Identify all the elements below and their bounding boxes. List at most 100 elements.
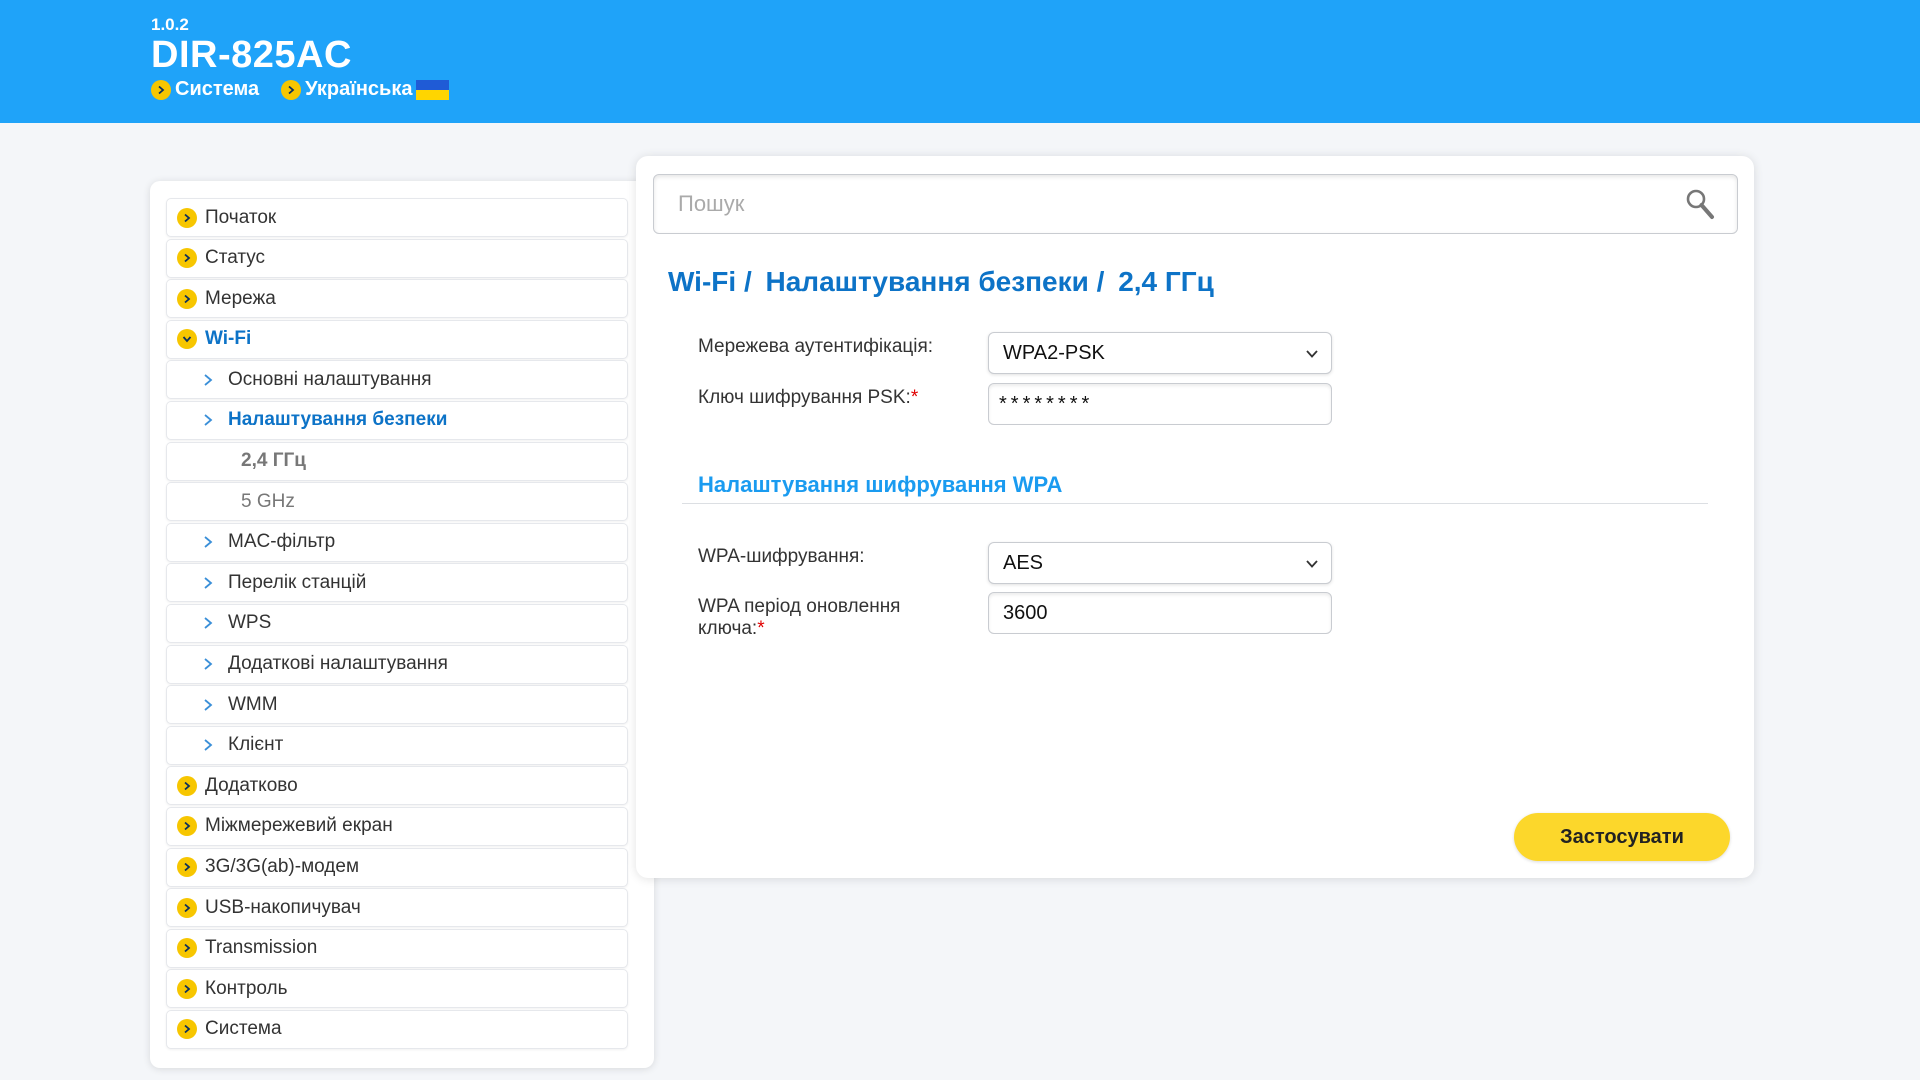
sidebar-item-label: Додаткові налаштування [228,653,448,675]
sidebar-item-label: Початок [205,206,277,228]
chevron-right-icon [177,248,197,269]
sidebar-item-label: 2,4 ГГц [241,450,306,472]
chevron-right-icon [177,207,197,228]
sidebar-item-label: 5 GHz [241,490,295,512]
ukraine-flag-icon [416,79,450,100]
sidebar-item-5[interactable]: Налаштування безпеки [166,400,628,440]
sidebar-item-19[interactable]: Контроль [166,969,628,1009]
chevron-right-icon [177,775,197,796]
chevron-right-icon [204,374,213,386]
auth-select[interactable]: WPA2-PSK [988,332,1332,374]
psk-input[interactable]: ******** [988,383,1332,425]
chevron-down-icon [1306,350,1318,358]
sidebar-item-17[interactable]: USB-накопичувач [166,888,628,928]
sidebar-item-label: Перелік станцій [228,571,367,593]
psk-input-value: ******** [999,392,1094,415]
sidebar-item-10[interactable]: WPS [166,603,628,643]
sidebar-item-14[interactable]: Додатково [166,766,628,806]
search-box [653,174,1738,234]
sidebar-item-label: Контроль [205,977,288,999]
chevron-down-icon [177,329,197,350]
required-mark: * [910,387,919,408]
search-icon[interactable] [1685,188,1715,220]
sidebar-item-15[interactable]: Міжмережевий екран [166,806,628,846]
sidebar-item-label: Мережа [205,287,276,309]
sidebar-item-label: Клієнт [228,734,284,756]
device-model: DIR-825AC [151,34,352,76]
apply-button[interactable]: Застосувати [1514,813,1730,861]
sidebar-menu: Початок Статус Мережа Wi-Fi Основні налаштув… [166,198,628,1050]
rekey-input-value: 3600 [1003,601,1048,624]
rekey-input[interactable]: 3600 [988,592,1332,634]
chevron-right-icon [204,536,213,548]
sidebar-item-label: Налаштування безпеки [228,409,448,431]
sidebar-item-label: Статус [205,247,266,269]
wpa-enc-label: WPA-шифрування: [698,546,865,567]
section-divider [682,503,1708,504]
sidebar-item-label: Міжмережевий екран [205,815,393,837]
chevron-right-icon [204,658,213,670]
section-title-wpa: Налаштування шифрування WPA [698,472,1063,497]
sidebar-item-label: Transmission [205,937,318,959]
sidebar-item-label: Додатково [205,774,298,796]
sidebar-item-label: MAC-фільтр [228,531,336,553]
rekey-label-line2: ключа: [698,618,758,639]
top-header: 1.0.2 DIR-825AC Система Українська [0,0,1920,123]
sidebar-item-16[interactable]: 3G/3G(ab)-модем [166,847,628,887]
sidebar-item-label: 3G/3G(ab)-модем [205,856,360,877]
system-link[interactable]: Система [151,78,259,101]
sidebar-item-13[interactable]: Клієнт [166,725,628,765]
sidebar-item-20[interactable]: Система [166,1009,628,1049]
sidebar-item-label: WMM [228,693,278,715]
wpa-enc-select-value: AES [1003,551,1044,574]
sidebar-item-label: Система [205,1018,282,1040]
chevron-right-icon [204,698,213,711]
chevron-right-icon [177,816,197,837]
auth-label: Мережева аутентифікація: [698,336,934,357]
breadcrumb-security[interactable]: Налаштування безпеки / [766,266,1105,297]
chevron-right-icon [177,897,197,918]
header-links: Система Українська [151,78,471,101]
auth-select-value: WPA2-PSK [1003,341,1105,364]
chevron-right-icon [177,978,197,999]
chevron-right-icon [204,414,213,427]
sidebar-item-2[interactable]: Мережа [166,279,628,319]
chevron-right-icon [281,79,302,100]
psk-label-text: Ключ шифрування PSK: [698,387,911,408]
chevron-right-icon [177,288,197,309]
chevron-right-icon [177,857,197,877]
sidebar-item-0[interactable]: Початок [166,198,628,237]
sidebar-item-9[interactable]: Перелік станцій [166,563,628,603]
sidebar-item-4[interactable]: Основні налаштування [166,360,628,400]
sidebar: Початок Статус Мережа Wi-Fi Основні налаштув… [150,181,654,1068]
firmware-version: 1.0.2 [151,15,189,34]
system-link-label: Система [175,78,260,100]
psk-label: Ключ шифрування PSK:* [698,387,918,409]
sidebar-item-7[interactable]: 5 GHz [166,482,628,522]
chevron-down-icon [1306,560,1318,568]
sidebar-item-12[interactable]: WMM [166,685,628,725]
sidebar-item-18[interactable]: Transmission [166,928,628,968]
required-mark: * [757,618,765,639]
wpa-enc-select[interactable]: AES [988,542,1332,584]
sidebar-item-6[interactable]: 2,4 ГГц [166,441,628,481]
sidebar-item-3[interactable]: Wi-Fi [166,319,628,359]
sidebar-item-8[interactable]: MAC-фільтр [166,522,628,562]
breadcrumb: Wi-Fi / Налаштування безпеки / 2,4 ГГц [668,266,1220,298]
sidebar-item-label: USB-накопичувач [205,896,361,918]
sidebar-item-11[interactable]: Додаткові налаштування [166,644,628,684]
sidebar-item-1[interactable]: Статус [166,238,628,278]
chevron-right-icon [204,617,213,630]
breadcrumb-band: 2,4 ГГц [1118,266,1214,297]
search-input[interactable] [678,191,1638,217]
breadcrumb-wifi[interactable]: Wi-Fi / [668,266,752,297]
sidebar-item-label: Основні налаштування [228,368,432,390]
rekey-label: WPA період оновлення ключа:* [698,596,900,640]
chevron-right-icon [177,1019,197,1040]
chevron-right-icon [204,577,213,589]
sidebar-item-label: Wi-Fi [205,328,252,350]
language-link[interactable]: Українська [281,78,450,101]
language-link-label: Українська [305,78,413,100]
chevron-right-icon [151,79,171,100]
chevron-right-icon [177,938,197,959]
